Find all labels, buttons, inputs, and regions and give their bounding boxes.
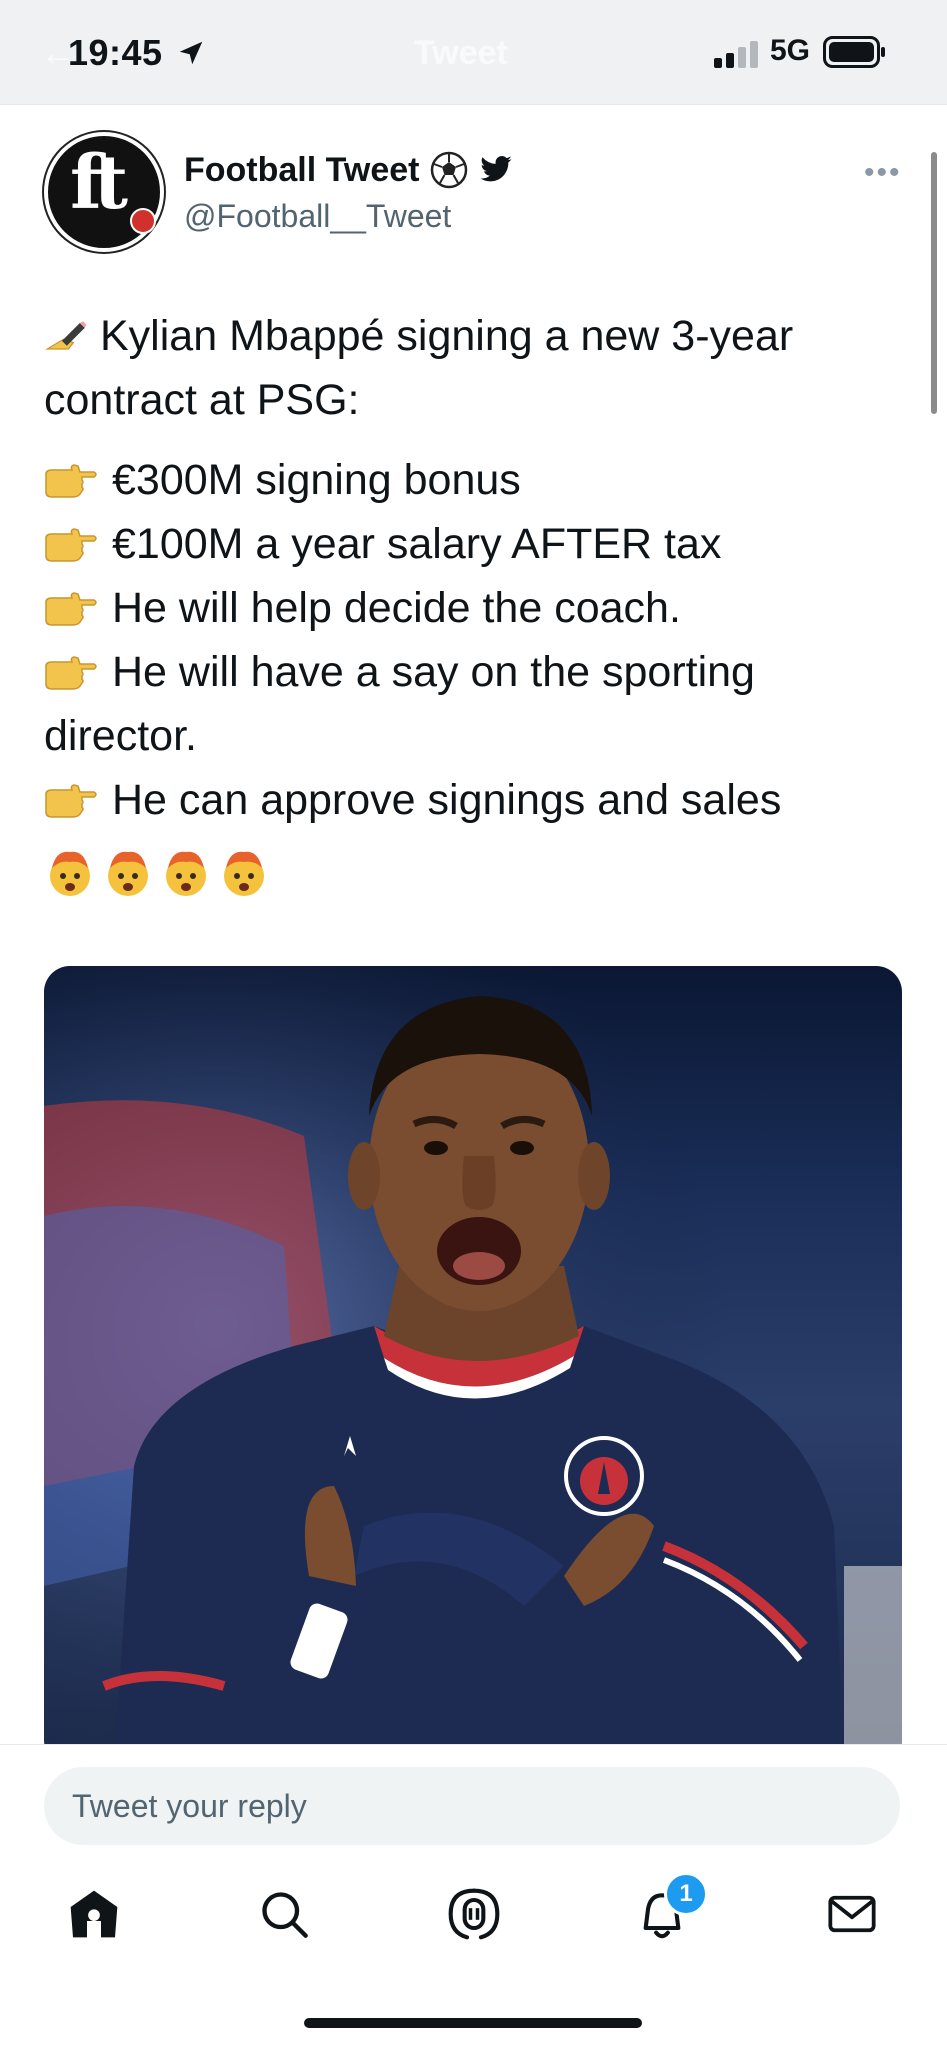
status-time: 19:45: [68, 32, 163, 73]
tab-search[interactable]: [248, 1878, 320, 1950]
reply-input[interactable]: [44, 1767, 900, 1845]
bottom-tab-bar: 1: [0, 1860, 947, 1970]
tweet-image[interactable]: [44, 966, 902, 1744]
signal-icon: [714, 41, 758, 68]
emoji-reactions: [44, 846, 904, 898]
point-text: €100M a year salary AFTER tax: [112, 520, 722, 568]
location-arrow-icon: [179, 41, 203, 65]
notification-badge: 1: [664, 1872, 708, 1916]
network-label: 5G: [770, 34, 811, 67]
author-handle[interactable]: @Football__Tweet: [184, 198, 451, 235]
list-item: €100M a year salary AFTER tax: [44, 512, 904, 576]
author-name[interactable]: Football Tweet: [184, 151, 419, 190]
pointing-right-icon: [45, 656, 97, 690]
exploding-head-icon: [50, 851, 90, 896]
author-row: Football Tweet: [184, 150, 513, 190]
tab-notifications[interactable]: 1: [626, 1872, 708, 1950]
mail-icon: [828, 1895, 876, 1933]
writing-hand-icon: [45, 321, 87, 350]
tweet-detail: ft Football Tweet @Football__Tweet ••• K…: [0, 104, 947, 1744]
pointing-right-icon: [45, 784, 97, 818]
list-item: He will help decide the coach.: [44, 576, 904, 640]
tab-messages[interactable]: [816, 1878, 888, 1950]
soccer-ball-icon: [431, 151, 468, 189]
point-text: He will have a say on the sporting direc…: [44, 648, 755, 760]
tab-home[interactable]: [58, 1878, 130, 1950]
spaces-icon: [448, 1888, 500, 1940]
home-indicator[interactable]: [304, 2018, 642, 2028]
avatar-logo-text: ft: [70, 140, 128, 226]
tweet-intro: Kylian Mbappé signing a new 3-year contr…: [44, 304, 904, 432]
point-text: He can approve signings and sales: [112, 776, 782, 824]
header-title: Tweet: [414, 34, 508, 72]
list-item: He will have a say on the sporting direc…: [44, 640, 904, 768]
point-text: He will help decide the coach.: [112, 584, 681, 632]
point-text: €300M signing bonus: [112, 456, 521, 504]
search-icon: [262, 1892, 308, 1938]
list-item: €300M signing bonus: [44, 448, 904, 512]
more-options-icon[interactable]: •••: [864, 156, 902, 190]
football-icon: [130, 208, 156, 234]
battery-icon: [823, 36, 885, 68]
avatar[interactable]: ft: [44, 132, 164, 252]
pointing-right-icon: [45, 528, 97, 562]
scrollbar[interactable]: [931, 152, 937, 414]
pointing-right-icon: [45, 464, 97, 498]
tab-spaces[interactable]: [438, 1878, 510, 1950]
home-icon: [70, 1890, 118, 1938]
twitter-bird-icon: [480, 156, 513, 182]
player-photo: [44, 966, 902, 1744]
pointing-right-icon: [45, 592, 97, 626]
list-item: He can approve signings and sales: [44, 768, 904, 832]
status-bar: ← 19:45 Tweet 5G: [0, 0, 947, 105]
exploding-head-icon: [224, 851, 264, 896]
exploding-head-icon: [166, 851, 206, 896]
reply-bar: [0, 1744, 947, 1845]
tweet-text: Kylian Mbappé signing a new 3-year contr…: [44, 304, 904, 898]
tweet-intro-text: Kylian Mbappé signing a new 3-year contr…: [44, 312, 794, 424]
exploding-head-icon: [108, 851, 148, 896]
tweet-points-list: €300M signing bonus €100M a year salary …: [44, 448, 904, 832]
